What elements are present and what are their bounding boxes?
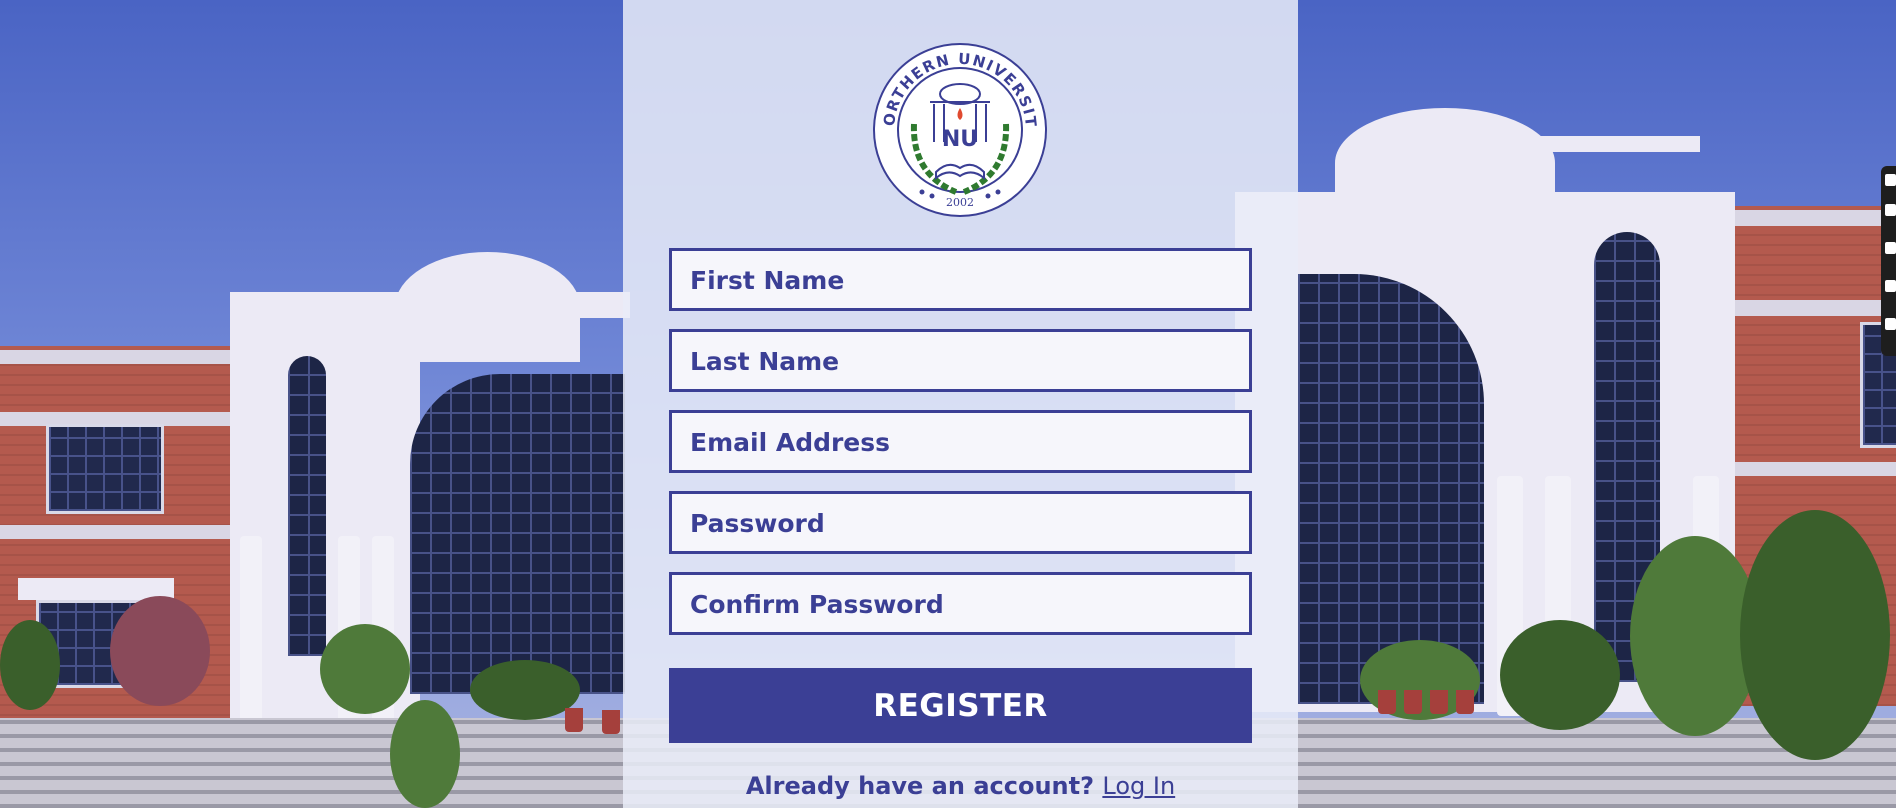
first-name-field[interactable]	[669, 248, 1252, 311]
logo-year: 2002	[946, 196, 974, 209]
logo-monogram: NU	[942, 127, 978, 152]
toolbar-icon-4[interactable]	[1885, 280, 1896, 292]
password-input[interactable]	[688, 494, 1237, 553]
toolbar-icon-5[interactable]	[1885, 318, 1896, 330]
login-prompt: Already have an account? Log In	[623, 772, 1298, 800]
first-name-input[interactable]	[688, 251, 1237, 310]
edge-toolbar	[1881, 166, 1896, 356]
confirm-password-input[interactable]	[688, 575, 1237, 634]
toolbar-icon-1[interactable]	[1885, 174, 1896, 186]
register-button[interactable]: REGISTER	[669, 668, 1252, 743]
confirm-password-field[interactable]	[669, 572, 1252, 635]
last-name-input[interactable]	[688, 332, 1237, 391]
email-field[interactable]	[669, 410, 1252, 473]
toolbar-icon-3[interactable]	[1885, 242, 1896, 254]
university-logo: NORTHERN UNIVERSITY NU 2002	[872, 42, 1047, 217]
last-name-field[interactable]	[669, 329, 1252, 392]
password-field[interactable]	[669, 491, 1252, 554]
login-link[interactable]: Log In	[1102, 772, 1175, 800]
toolbar-icon-2[interactable]	[1885, 204, 1896, 216]
email-input[interactable]	[688, 413, 1237, 472]
already-have-account-text: Already have an account?	[745, 772, 1095, 800]
